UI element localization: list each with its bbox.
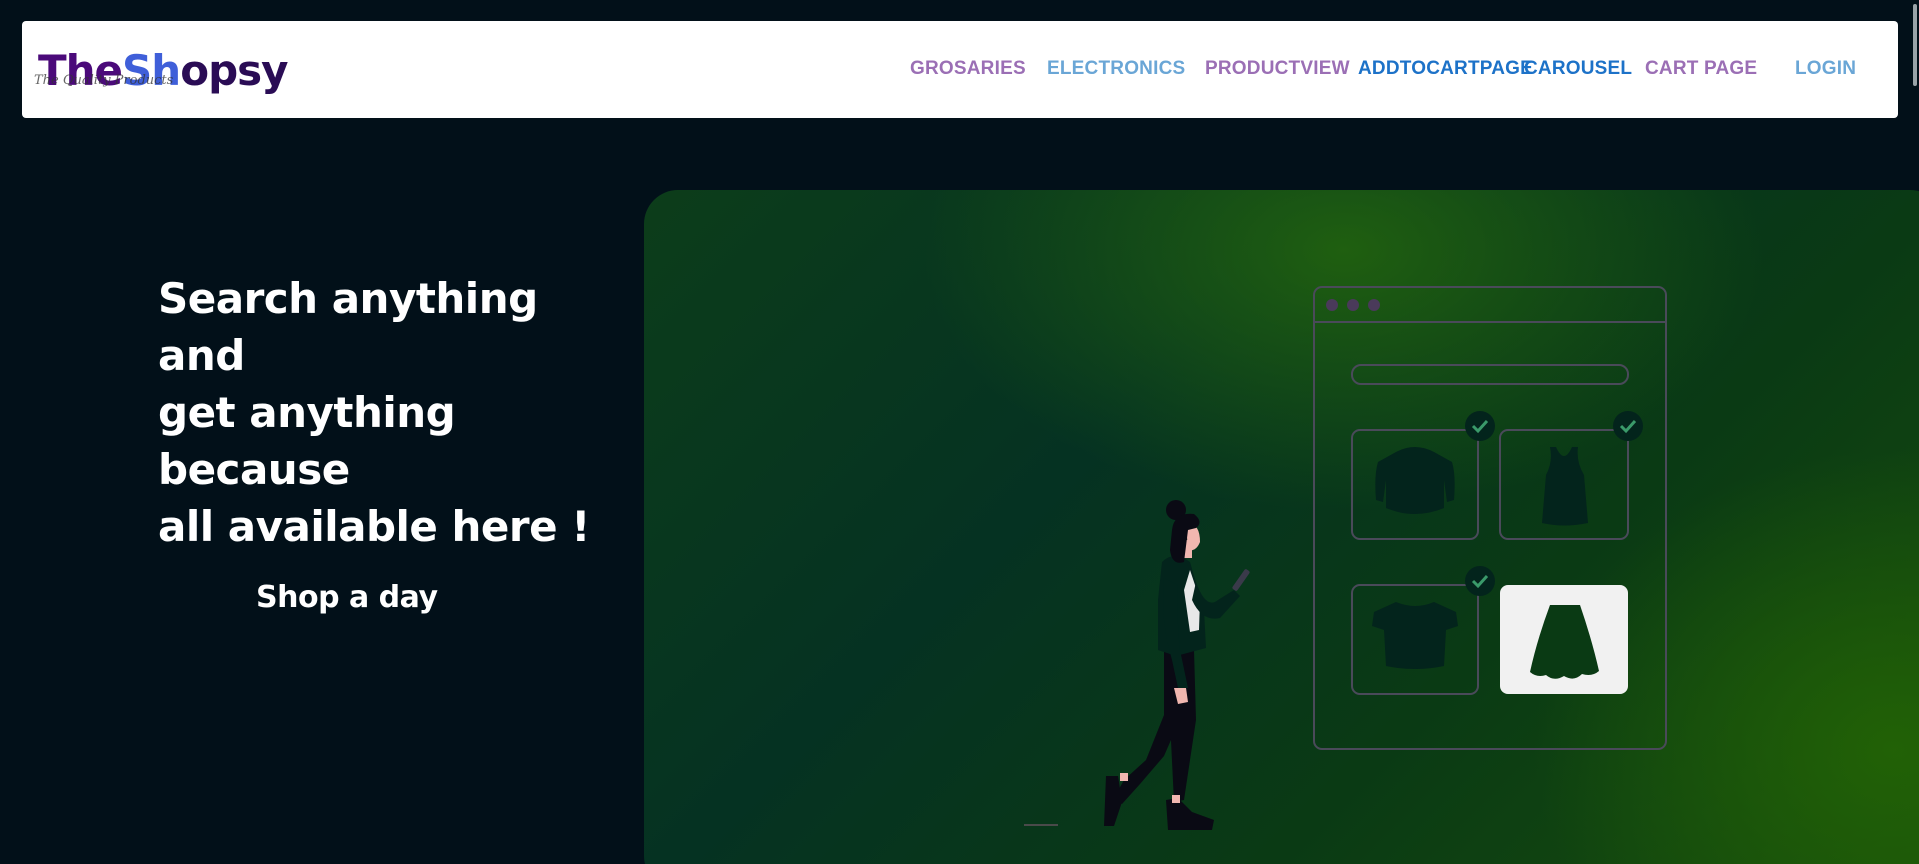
crop-top-icon: [1351, 584, 1479, 695]
checkmark-icon: [1613, 411, 1643, 441]
nav-link-login[interactable]: LOGIN: [1795, 58, 1856, 80]
hero-line-2: and: [158, 331, 245, 380]
nav-link-productview[interactable]: PRODUCTVIEW: [1205, 58, 1350, 80]
hero-line-5: all available here !: [158, 502, 590, 551]
hero-title: Search anything and get anything because…: [158, 270, 590, 555]
nav-links: GROSARIES ELECTRONICS PRODUCTVIEW ADDTOC…: [22, 21, 1898, 118]
hero-panel: [644, 190, 1919, 864]
hero-illustration: [1024, 286, 1667, 830]
checkmark-icon: [1465, 411, 1495, 441]
nav-link-cart-page[interactable]: CART PAGE: [1645, 58, 1757, 80]
skirt-icon: [1500, 585, 1628, 694]
nav-link-carousel[interactable]: CAROUSEL: [1524, 58, 1632, 80]
hero-subtitle: Shop a day: [256, 580, 438, 615]
hero-line-3: get anything: [158, 388, 456, 437]
tank-top-icon: [1499, 429, 1629, 540]
nav-link-addtocartpage[interactable]: ADDTOCARTPAGE: [1358, 58, 1533, 80]
hero-line-4: because: [158, 445, 350, 494]
page: TheShopsy The Quality Products GROSARIES…: [0, 0, 1919, 864]
jacket-icon: [1351, 429, 1479, 540]
hero-line-1: Search anything: [158, 274, 538, 323]
woman-with-phone-illustration: [1024, 500, 1250, 830]
navbar: TheShopsy The Quality Products GROSARIES…: [22, 21, 1898, 118]
nav-link-grosaries[interactable]: GROSARIES: [910, 58, 1026, 80]
page-scrollbar[interactable]: [1913, 4, 1917, 86]
checkmark-icon: [1465, 566, 1495, 596]
nav-link-electronics[interactable]: ELECTRONICS: [1047, 58, 1185, 80]
